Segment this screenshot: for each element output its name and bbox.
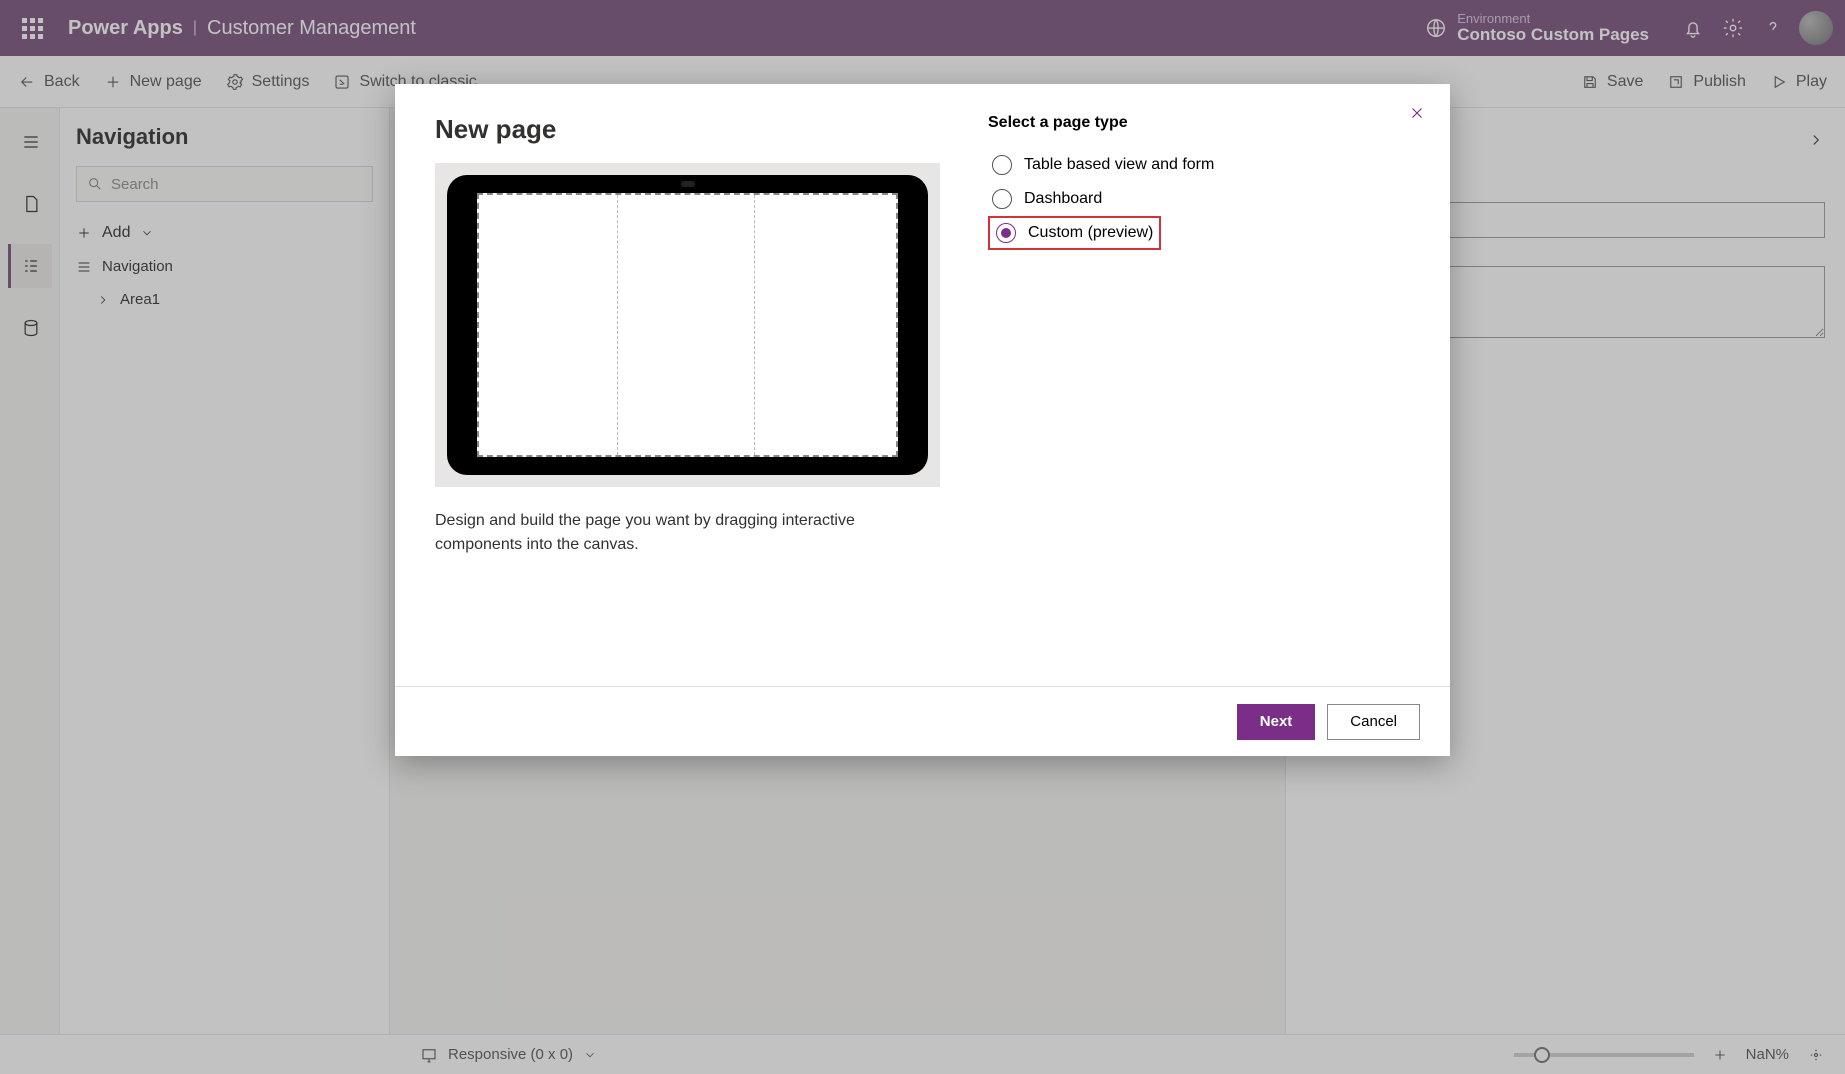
modal-title: New page <box>435 114 940 145</box>
modal-close-button[interactable] <box>1408 104 1426 128</box>
page-type-heading: Select a page type <box>988 114 1410 132</box>
next-button[interactable]: Next <box>1237 704 1316 740</box>
radio-custom-preview[interactable]: Custom (preview) <box>988 216 1161 250</box>
radio-icon <box>992 189 1012 209</box>
radio-table-based[interactable]: Table based view and form <box>988 148 1410 182</box>
radio-icon <box>992 155 1012 175</box>
close-icon <box>1408 104 1426 122</box>
radio-dashboard-label: Dashboard <box>1024 190 1102 208</box>
radio-dashboard[interactable]: Dashboard <box>988 182 1410 216</box>
radio-custom-label: Custom (preview) <box>1028 224 1153 242</box>
radio-table-label: Table based view and form <box>1024 156 1214 174</box>
modal-overlay: New page Design and build the page you w… <box>0 0 1845 1074</box>
modal-description: Design and build the page you want by dr… <box>435 509 940 557</box>
page-preview <box>435 163 940 487</box>
cancel-button[interactable]: Cancel <box>1327 704 1420 740</box>
radio-icon <box>996 223 1016 243</box>
modal-footer: Next Cancel <box>395 686 1450 756</box>
new-page-modal: New page Design and build the page you w… <box>395 84 1450 756</box>
